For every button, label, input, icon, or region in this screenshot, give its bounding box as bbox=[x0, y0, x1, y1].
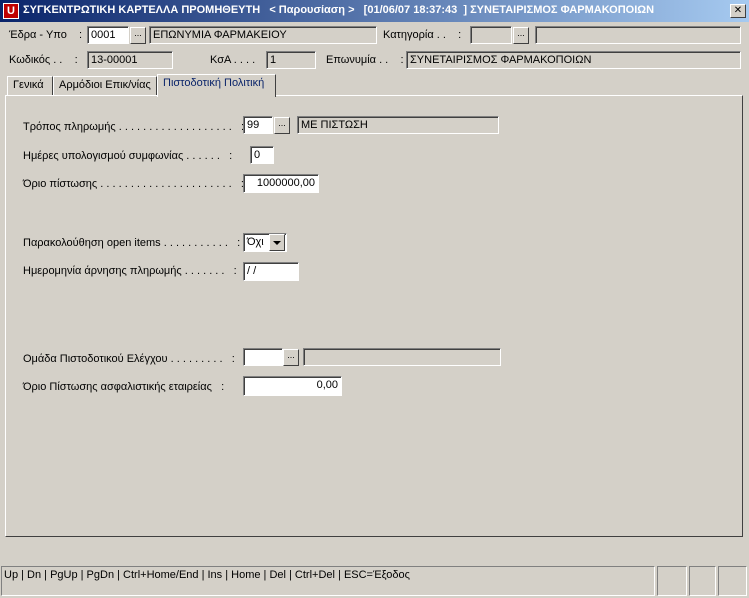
kathgoria-lookup-button[interactable]: ... bbox=[513, 27, 529, 44]
payment-method-name-field: ΜΕ ΠΙΣΤΩΣΗ bbox=[297, 116, 499, 134]
kathgoria-name-field bbox=[535, 26, 741, 44]
edra-label: Έδρα - Υπο : bbox=[9, 29, 83, 41]
tab-armodioi[interactable]: Αρμόδιοι Επικ/νίας bbox=[53, 76, 157, 95]
window-title: ΣΥΓΚΕΝΤΡΩΤΙΚΗ ΚΑΡΤΕΛΛΑ ΠΡΟΜΗΘΕΥΤΗ < Παρο… bbox=[23, 4, 655, 16]
insurance-limit-label: Όριο Πίστωσης ασφαλιστικής εταιρείας : bbox=[23, 381, 225, 393]
edra-name-field: ΕΠΩΝΥΜΙΑ ΦΑΡΜΑΚΕΙΟΥ bbox=[149, 26, 377, 44]
payment-refusal-label: Ημερομηνία άρνησης πληρωμής . . . . . . … bbox=[23, 265, 237, 277]
kathgoria-label: Κατηγορία . . : bbox=[383, 29, 462, 41]
payment-refusal-date-field[interactable]: / / bbox=[243, 262, 299, 281]
eponymia-label: Επωνυμία . . : bbox=[326, 54, 404, 66]
credit-group-label: Ομάδα Πιστοδοτικού Ελέγχου . . . . . . .… bbox=[23, 353, 235, 365]
agreement-days-label: Ημέρες υπολογισμού συμφωνίας . . . . . .… bbox=[23, 150, 233, 162]
payment-method-label: Τρόπος πληρωμής . . . . . . . . . . . . … bbox=[23, 121, 245, 133]
credit-group-name-field bbox=[303, 348, 501, 366]
close-icon[interactable]: ✕ bbox=[730, 4, 746, 18]
open-items-label: Παρακολούθηση open items . . . . . . . .… bbox=[23, 237, 241, 249]
app-icon[interactable]: U bbox=[3, 3, 19, 19]
ksa-field: 1 bbox=[266, 51, 316, 69]
payment-method-lookup-button[interactable]: ... bbox=[274, 117, 290, 134]
kodikos-field: 13-00001 bbox=[87, 51, 173, 69]
payment-method-code-field[interactable]: 99 bbox=[243, 116, 273, 134]
status-panel-1 bbox=[657, 566, 687, 596]
open-items-value: Όχι bbox=[247, 236, 264, 248]
edra-lookup-button[interactable]: ... bbox=[130, 27, 146, 44]
status-text: Up | Dn | PgUp | PgDn | Ctrl+Home/End | … bbox=[1, 566, 655, 596]
status-panel-2 bbox=[689, 566, 716, 596]
tab-pistodotiki[interactable]: Πιστοδοτική Πολιτική bbox=[157, 74, 276, 97]
ksa-label: ΚσΑ . . . . : bbox=[210, 54, 271, 66]
status-panel-3 bbox=[718, 566, 747, 596]
agreement-days-field[interactable]: 0 bbox=[250, 146, 274, 164]
title-bar[interactable]: U ΣΥΓΚΕΝΤΡΩΤΙΚΗ ΚΑΡΤΕΛΛΑ ΠΡΟΜΗΘΕΥΤΗ < Πα… bbox=[0, 0, 749, 22]
credit-group-code-field[interactable] bbox=[243, 348, 283, 366]
credit-limit-field[interactable]: 1000000,00 bbox=[243, 174, 319, 193]
credit-limit-label: Όριο πίστωσης . . . . . . . . . . . . . … bbox=[23, 178, 244, 190]
kathgoria-code-field[interactable] bbox=[470, 26, 512, 44]
credit-group-lookup-button[interactable]: ... bbox=[283, 349, 299, 366]
chevron-down-icon[interactable] bbox=[269, 234, 285, 251]
edra-code-field[interactable]: 0001 bbox=[87, 26, 129, 44]
eponymia-field: ΣΥΝΕΤΑΙΡΙΣΜΟΣ ΦΑΡΜΑΚΟΠΟΙΩΝ bbox=[406, 51, 741, 69]
kodikos-label: Κωδικός . . : bbox=[9, 54, 78, 66]
insurance-limit-field[interactable]: 0,00 bbox=[243, 376, 342, 396]
tab-genika[interactable]: Γενικά bbox=[7, 76, 53, 95]
